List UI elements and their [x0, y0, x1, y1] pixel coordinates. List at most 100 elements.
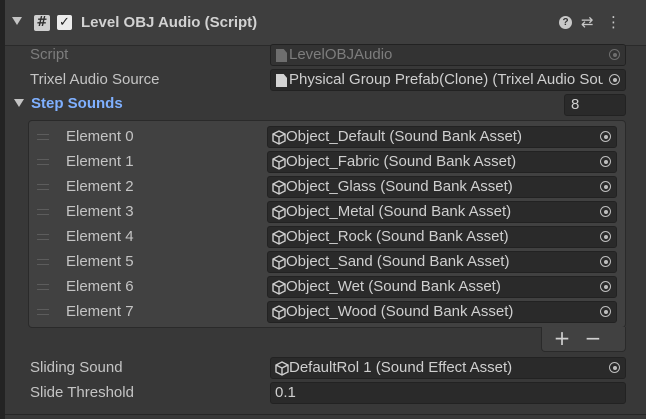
element-label: Element 7 — [66, 303, 134, 320]
asset-cube-icon — [272, 205, 286, 220]
element-object-field[interactable]: Object_Rock (Sound Bank Asset) — [267, 226, 617, 248]
remove-element-button[interactable]: − — [578, 327, 608, 349]
drag-handle-icon[interactable] — [37, 209, 49, 215]
object-picker-icon — [600, 131, 611, 142]
asset-cube-icon — [272, 280, 286, 295]
drag-handle-icon[interactable] — [37, 259, 49, 265]
list-item[interactable]: Element 2 Object_Glass (Sound Bank Asset) — [29, 175, 625, 199]
element-object-field[interactable]: Object_Wet (Sound Bank Asset) — [267, 276, 617, 298]
drag-handle-icon[interactable] — [37, 234, 49, 240]
element-object-field[interactable]: Object_Glass (Sound Bank Asset) — [267, 176, 617, 198]
drag-handle-icon[interactable] — [37, 184, 49, 190]
list-item[interactable]: Element 1 Object_Fabric (Sound Bank Asset… — [29, 150, 625, 174]
slide-threshold-value: 0.1 — [275, 384, 296, 401]
component-title: Level OBJ Audio (Script) — [81, 14, 258, 31]
element-label: Element 3 — [66, 203, 134, 220]
asset-cube-icon — [272, 305, 286, 320]
object-picker-button[interactable] — [603, 358, 625, 378]
object-picker-button[interactable] — [594, 127, 616, 147]
element-label: Element 2 — [66, 178, 134, 195]
list-item[interactable]: Element 6 Object_Wet (Sound Bank Asset) — [29, 275, 625, 299]
enabled-checkbox[interactable]: ✓ — [57, 15, 72, 30]
context-menu-icon[interactable]: ⋮ — [606, 13, 621, 31]
object-picker-icon — [609, 362, 620, 373]
element-label: Element 5 — [66, 253, 134, 270]
element-object-field[interactable]: Object_Sand (Sound Bank Asset) — [267, 251, 617, 273]
list-item[interactable]: Element 7 Object_Wood (Sound Bank Asset) — [29, 300, 625, 324]
script-file-icon — [276, 74, 287, 87]
inspector-left-strip — [0, 0, 5, 419]
script-label: Script — [30, 46, 69, 63]
asset-cube-icon — [272, 155, 286, 170]
element-object-value: Object_Wet (Sound Bank Asset) — [286, 278, 501, 295]
object-picker-button[interactable] — [594, 277, 616, 297]
object-picker-icon — [600, 306, 611, 317]
step-sounds-list: Element 0 Object_Default (Sound Bank Asse… — [28, 120, 626, 328]
section-divider — [5, 414, 646, 415]
help-icon[interactable]: ? — [559, 16, 572, 29]
element-object-field[interactable]: Object_Default (Sound Bank Asset) — [267, 126, 617, 148]
object-picker-button[interactable] — [594, 202, 616, 222]
list-item[interactable]: Element 0 Object_Default (Sound Bank Asse… — [29, 125, 625, 149]
element-object-field[interactable]: Object_Metal (Sound Bank Asset) — [267, 201, 617, 223]
drag-handle-icon[interactable] — [37, 284, 49, 290]
object-picker-button[interactable] — [594, 302, 616, 322]
element-object-value: Object_Fabric (Sound Bank Asset) — [286, 153, 517, 170]
object-picker-button[interactable] — [594, 177, 616, 197]
asset-cube-icon — [272, 180, 286, 195]
asset-cube-icon — [272, 230, 286, 245]
list-item[interactable]: Element 5 Object_Sand (Sound Bank Asset) — [29, 250, 625, 274]
add-element-button[interactable]: + — [547, 327, 577, 349]
element-label: Element 6 — [66, 278, 134, 295]
object-picker-icon — [609, 49, 620, 60]
element-object-value: Object_Default (Sound Bank Asset) — [286, 128, 522, 145]
list-item[interactable]: Element 3 Object_Metal (Sound Bank Asset) — [29, 200, 625, 224]
step-sounds-size-field[interactable]: 8 — [564, 94, 626, 116]
element-object-value: Object_Sand (Sound Bank Asset) — [286, 253, 510, 270]
object-picker-icon — [609, 74, 620, 85]
element-label: Element 1 — [66, 153, 134, 170]
script-file-icon — [276, 49, 287, 62]
element-object-value: Object_Wood (Sound Bank Asset) — [286, 303, 514, 320]
object-picker-icon — [600, 156, 611, 167]
object-picker-button[interactable] — [594, 252, 616, 272]
object-picker-icon — [600, 256, 611, 267]
slide-threshold-label: Slide Threshold — [30, 384, 134, 401]
script-icon: # — [34, 15, 50, 31]
trixel-audio-source-field[interactable]: Physical Group Prefab(Clone) (Trixel Aud… — [270, 69, 626, 91]
object-picker-button[interactable] — [594, 152, 616, 172]
trixel-audio-source-value: Physical Group Prefab(Clone) (Trixel Aud… — [289, 71, 626, 88]
object-picker-icon — [600, 206, 611, 217]
sliding-sound-field[interactable]: DefaultRol 1 (Sound Effect Asset) — [270, 357, 626, 379]
drag-handle-icon[interactable] — [37, 309, 49, 315]
object-picker-button[interactable] — [603, 70, 625, 90]
drag-handle-icon[interactable] — [37, 159, 49, 165]
object-picker-icon — [600, 181, 611, 192]
element-object-value: Object_Rock (Sound Bank Asset) — [286, 228, 509, 245]
trixel-audio-source-label: Trixel Audio Source — [30, 71, 160, 88]
element-object-field[interactable]: Object_Fabric (Sound Bank Asset) — [267, 151, 617, 173]
asset-cube-icon — [272, 130, 286, 145]
asset-cube-icon — [275, 361, 289, 376]
list-footer: + − — [541, 327, 626, 352]
object-picker-icon — [600, 231, 611, 242]
object-picker-button[interactable] — [594, 227, 616, 247]
step-sounds-label[interactable]: Step Sounds — [31, 95, 123, 112]
collapse-arrow-icon[interactable] — [12, 17, 22, 25]
element-object-field[interactable]: Object_Wood (Sound Bank Asset) — [267, 301, 617, 323]
element-object-value: Object_Glass (Sound Bank Asset) — [286, 178, 513, 195]
object-picker-icon — [600, 281, 611, 292]
object-picker-button — [603, 45, 625, 65]
preset-icon[interactable]: ⇄ — [581, 13, 594, 31]
element-label: Element 4 — [66, 228, 134, 245]
drag-handle-icon[interactable] — [37, 134, 49, 140]
asset-cube-icon — [272, 255, 286, 270]
element-object-value: Object_Metal (Sound Bank Asset) — [286, 203, 512, 220]
sliding-sound-label: Sliding Sound — [30, 359, 123, 376]
sliding-sound-value: DefaultRol 1 (Sound Effect Asset) — [289, 359, 513, 376]
slide-threshold-field[interactable]: 0.1 — [270, 382, 626, 404]
list-item[interactable]: Element 4 Object_Rock (Sound Bank Asset) — [29, 225, 625, 249]
script-field-value: LevelOBJAudio — [289, 46, 393, 63]
step-sounds-foldout-arrow-icon[interactable] — [14, 99, 24, 107]
script-field: LevelOBJAudio — [270, 44, 626, 66]
